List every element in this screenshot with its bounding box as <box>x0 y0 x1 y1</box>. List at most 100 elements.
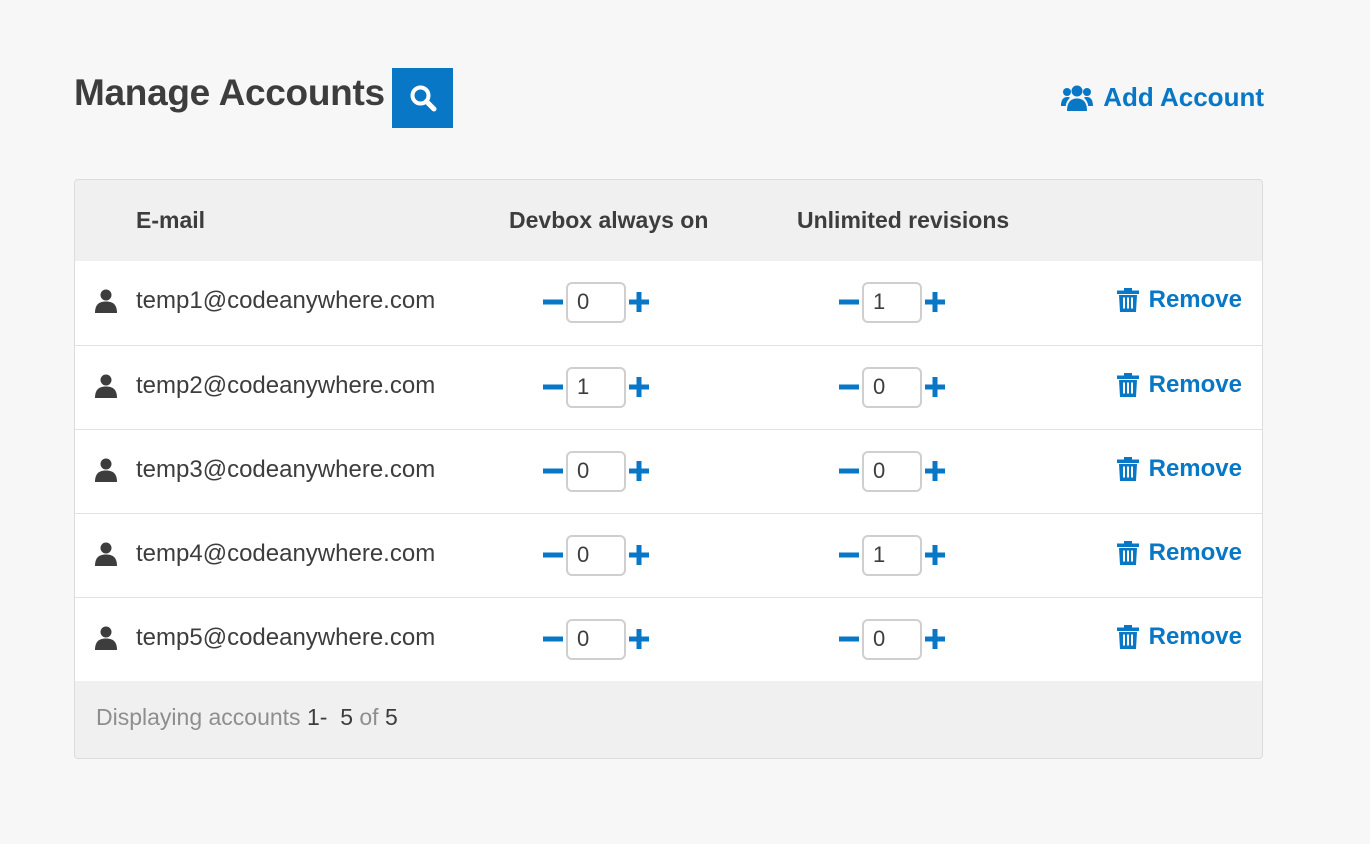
devbox-stepper <box>540 281 652 323</box>
pagination-prefix: Displaying accounts <box>96 704 301 730</box>
add-account-button[interactable]: Add Account <box>1061 82 1264 113</box>
revisions-input[interactable] <box>862 534 922 576</box>
revisions-input[interactable] <box>862 281 922 323</box>
pagination-range-sep: - <box>319 704 328 730</box>
account-email: temp2@codeanywhere.com <box>136 372 436 399</box>
revisions-increment-button[interactable] <box>922 366 948 408</box>
plus-icon <box>629 545 649 565</box>
devbox-input[interactable] <box>566 366 626 408</box>
search-icon <box>410 85 436 112</box>
minus-icon <box>543 636 563 642</box>
devbox-increment-button[interactable] <box>626 366 652 408</box>
devbox-decrement-button[interactable] <box>540 534 566 576</box>
page-title: Manage Accounts <box>74 72 385 113</box>
search-button[interactable] <box>392 68 453 128</box>
devbox-decrement-button[interactable] <box>540 281 566 323</box>
revisions-increment-button[interactable] <box>922 618 948 660</box>
plus-icon <box>925 629 945 649</box>
devbox-increment-button[interactable] <box>626 618 652 660</box>
plus-icon <box>925 461 945 481</box>
remove-button[interactable]: Remove <box>1116 371 1242 399</box>
revisions-input[interactable] <box>862 366 922 408</box>
add-account-label: Add Account <box>1103 82 1264 112</box>
revisions-stepper <box>836 534 948 576</box>
devbox-stepper <box>540 618 652 660</box>
user-icon <box>95 289 117 313</box>
revisions-decrement-button[interactable] <box>836 281 862 323</box>
minus-icon <box>839 384 859 390</box>
account-email: temp1@codeanywhere.com <box>136 287 436 314</box>
column-header-devbox: Devbox always on <box>509 207 709 233</box>
remove-label: Remove <box>1148 286 1242 313</box>
revisions-decrement-button[interactable] <box>836 534 862 576</box>
user-icon <box>95 374 117 398</box>
table-row: temp3@codeanywhere.com 0 0 Remove <box>75 429 1262 513</box>
accounts-panel: E-mail Devbox always on Unlimited revisi… <box>74 179 1263 759</box>
revisions-decrement-button[interactable] <box>836 618 862 660</box>
revisions-increment-button[interactable] <box>922 281 948 323</box>
account-email: temp4@codeanywhere.com <box>136 540 436 567</box>
user-icon <box>95 626 117 650</box>
page-header: Manage Accounts Add Account <box>74 68 1264 128</box>
minus-icon <box>839 552 859 558</box>
remove-button[interactable]: Remove <box>1116 539 1242 567</box>
devbox-input[interactable] <box>566 618 626 660</box>
trash-icon <box>1116 457 1139 481</box>
plus-icon <box>629 292 649 312</box>
devbox-increment-button[interactable] <box>626 534 652 576</box>
table-header: E-mail Devbox always on Unlimited revisi… <box>75 180 1262 261</box>
trash-icon <box>1116 541 1139 565</box>
remove-label: Remove <box>1148 455 1242 482</box>
minus-icon <box>543 384 563 390</box>
account-email: temp3@codeanywhere.com <box>136 456 436 483</box>
accounts-list: temp1@codeanywhere.com 0 1 Remove temp2@… <box>75 261 1262 681</box>
table-row: temp2@codeanywhere.com 1 0 Remove <box>75 345 1262 429</box>
pagination-range-start: 1 <box>306 704 320 730</box>
devbox-stepper <box>540 366 652 408</box>
revisions-stepper <box>836 618 948 660</box>
minus-icon <box>839 299 859 305</box>
devbox-input[interactable] <box>566 281 626 323</box>
remove-label: Remove <box>1148 623 1242 650</box>
devbox-increment-button[interactable] <box>626 450 652 492</box>
account-email: temp5@codeanywhere.com <box>136 624 436 651</box>
revisions-decrement-button[interactable] <box>836 450 862 492</box>
devbox-stepper <box>540 534 652 576</box>
user-icon <box>95 542 117 566</box>
devbox-input[interactable] <box>566 534 626 576</box>
table-row: temp1@codeanywhere.com 0 1 Remove <box>75 261 1262 345</box>
remove-button[interactable]: Remove <box>1116 623 1242 651</box>
column-header-revisions: Unlimited revisions <box>797 207 1010 233</box>
plus-icon <box>629 461 649 481</box>
minus-icon <box>543 299 563 305</box>
pagination-of-label: of <box>359 704 379 730</box>
revisions-stepper <box>836 366 948 408</box>
table-row: temp4@codeanywhere.com 0 1 Remove <box>75 513 1262 597</box>
trash-icon <box>1116 373 1139 397</box>
devbox-decrement-button[interactable] <box>540 366 566 408</box>
revisions-input[interactable] <box>862 450 922 492</box>
devbox-decrement-button[interactable] <box>540 450 566 492</box>
remove-label: Remove <box>1148 539 1242 566</box>
plus-icon <box>925 292 945 312</box>
devbox-increment-button[interactable] <box>626 281 652 323</box>
trash-icon <box>1116 625 1139 649</box>
user-icon <box>95 458 117 482</box>
revisions-increment-button[interactable] <box>922 534 948 576</box>
users-icon <box>1061 85 1094 111</box>
revisions-increment-button[interactable] <box>922 450 948 492</box>
minus-icon <box>839 636 859 642</box>
revisions-decrement-button[interactable] <box>836 366 862 408</box>
devbox-decrement-button[interactable] <box>540 618 566 660</box>
revisions-stepper <box>836 450 948 492</box>
minus-icon <box>543 468 563 474</box>
revisions-stepper <box>836 281 948 323</box>
plus-icon <box>925 377 945 397</box>
revisions-input[interactable] <box>862 618 922 660</box>
pagination-range-end: 5 <box>340 704 353 730</box>
devbox-input[interactable] <box>566 450 626 492</box>
devbox-stepper <box>540 450 652 492</box>
remove-button[interactable]: Remove <box>1116 286 1242 314</box>
plus-icon <box>629 377 649 397</box>
remove-button[interactable]: Remove <box>1116 455 1242 483</box>
